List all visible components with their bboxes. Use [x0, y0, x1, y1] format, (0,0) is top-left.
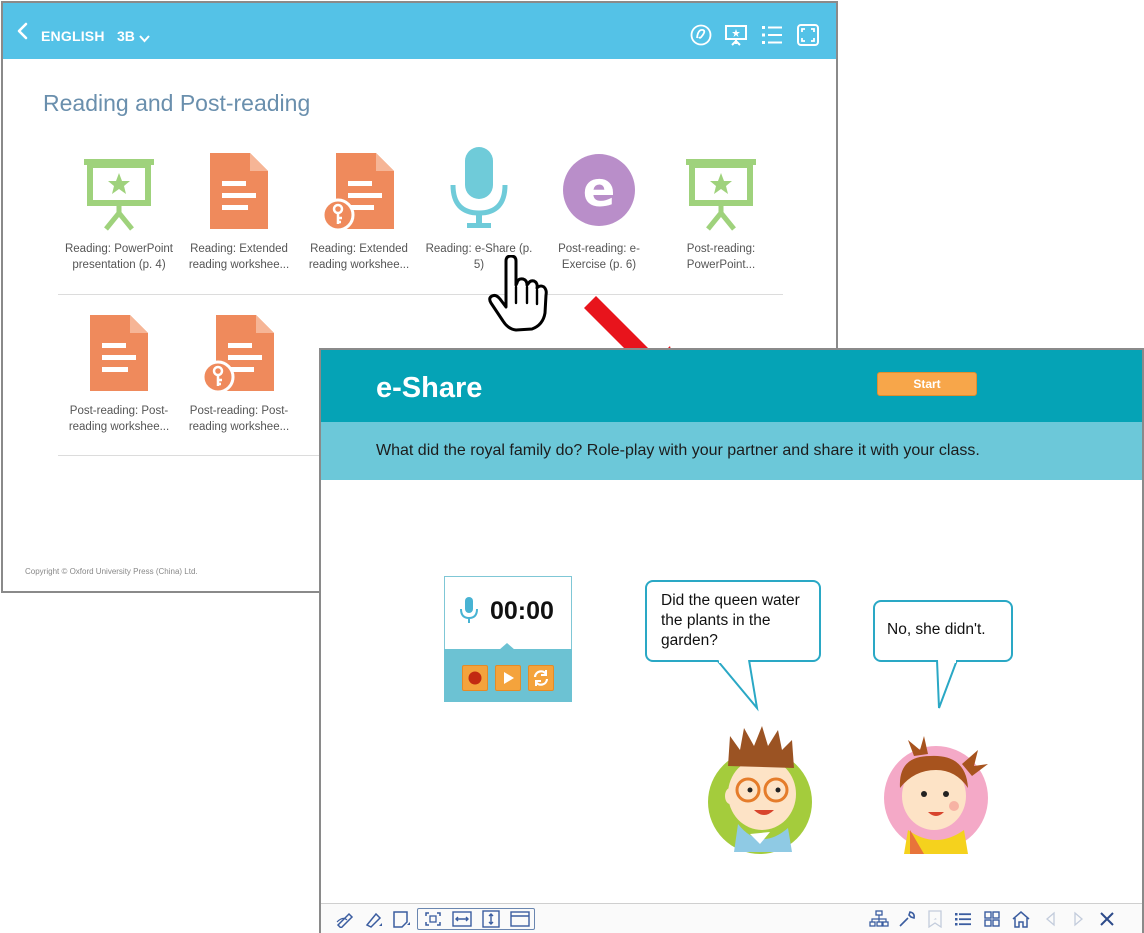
- chevron-down-icon: [139, 35, 150, 43]
- girl-character-illustration: [884, 736, 988, 854]
- tile-reading-extended-worksheet-key[interactable]: Reading: Extended reading workshee...: [299, 153, 419, 273]
- recorder-controls: [444, 649, 572, 702]
- recording-time: 00:00: [490, 597, 554, 625]
- grid-icon[interactable]: [982, 910, 1002, 928]
- tile-post-reading-worksheet-key[interactable]: Post-reading: Post-reading workshee...: [179, 315, 299, 435]
- window-icon[interactable]: [510, 910, 530, 928]
- tile-label: Reading: Extended reading workshee...: [188, 243, 290, 271]
- bottom-toolbar: [321, 903, 1142, 933]
- copyright-text: Copyright © Oxford University Press (Chi…: [25, 567, 198, 576]
- presentation-icon: [84, 159, 154, 231]
- question-text: What did the royal family do? Role-play …: [376, 442, 980, 459]
- bubble-text: No, she didn't.: [887, 621, 986, 638]
- sitemap-icon[interactable]: [869, 910, 889, 928]
- link-icon[interactable]: [689, 23, 713, 47]
- menu-top-bar: ENGLISH 3B: [3, 3, 836, 59]
- grade-selector[interactable]: 3B: [117, 28, 150, 44]
- fit-page-icon[interactable]: [423, 910, 443, 928]
- svg-text:e: e: [583, 162, 616, 218]
- tools-icon[interactable]: [897, 910, 917, 928]
- tile-post-reading-eexercise[interactable]: e Post-reading: e-Exercise (p. 6): [539, 153, 659, 273]
- bubble-tail: [936, 660, 958, 709]
- bookmark-icon[interactable]: [925, 910, 945, 929]
- bubble-tail: [716, 660, 759, 712]
- reset-icon: [533, 670, 549, 686]
- worksheet-answer-key-icon: [202, 315, 274, 394]
- subject-label: ENGLISH: [41, 28, 105, 44]
- e-exercise-icon: e: [563, 154, 635, 226]
- play-button[interactable]: [495, 665, 521, 691]
- fullscreen-icon[interactable]: [796, 23, 820, 47]
- bubble-text: Did the queen water the plants in the ga…: [661, 592, 800, 649]
- microphone-icon: [460, 597, 478, 623]
- highlighter-icon[interactable]: [363, 910, 383, 928]
- tile-post-reading-powerpoint[interactable]: Post-reading: PowerPoint...: [661, 153, 781, 273]
- section-title: Reading and Post-reading: [43, 90, 311, 116]
- tile-label: Post-reading: Post-reading workshee...: [188, 405, 290, 433]
- hand-cursor-icon: [488, 255, 548, 332]
- worksheet-icon: [210, 153, 268, 229]
- worksheet-icon: [90, 315, 148, 391]
- boy-character-illustration: [708, 726, 812, 854]
- tile-post-reading-worksheet[interactable]: Post-reading: Post-reading workshee...: [59, 315, 179, 435]
- worksheet-answer-key-icon: [322, 153, 394, 232]
- start-button[interactable]: Start: [877, 372, 977, 396]
- tile-label: Reading: PowerPoint presentation (p. 4): [64, 243, 174, 271]
- back-chevron-icon[interactable]: [13, 20, 35, 42]
- question-bar: What did the royal family do? Role-play …: [321, 422, 1142, 480]
- activity-title: e-Share: [376, 372, 483, 404]
- fit-height-icon[interactable]: [481, 910, 501, 928]
- tile-label: Post-reading: Post-reading workshee...: [68, 405, 170, 433]
- speech-bubble-girl: No, she didn't.: [873, 600, 1013, 709]
- voice-recorder: 00:00: [444, 576, 572, 702]
- next-icon[interactable]: [1068, 910, 1088, 928]
- presentation-icon: [686, 159, 756, 231]
- record-icon: [468, 671, 482, 685]
- prev-icon[interactable]: [1041, 910, 1061, 928]
- pen-icon[interactable]: [335, 910, 355, 930]
- close-icon[interactable]: [1097, 910, 1117, 928]
- tile-label: Post-reading: PowerPoint...: [686, 243, 756, 271]
- eshare-header: e-Share Start: [321, 350, 1142, 422]
- list-icon[interactable]: [953, 910, 973, 928]
- fit-width-icon[interactable]: [452, 910, 472, 928]
- composite-stage: ENGLISH 3B Reading and Post-reading Read…: [0, 0, 1144, 933]
- home-icon[interactable]: [1011, 910, 1031, 928]
- record-button[interactable]: [462, 665, 488, 691]
- reset-button[interactable]: [528, 665, 554, 691]
- speech-bubble-boy: Did the queen water the plants in the ga…: [645, 580, 821, 712]
- tile-reading-powerpoint[interactable]: Reading: PowerPoint presentation (p. 4): [59, 153, 179, 273]
- presentation-icon[interactable]: [724, 23, 748, 47]
- microphone-icon: [450, 147, 508, 228]
- sticky-note-icon[interactable]: [391, 910, 411, 928]
- grade-label: 3B: [117, 28, 135, 44]
- tile-reading-extended-worksheet[interactable]: Reading: Extended reading workshee...: [179, 153, 299, 273]
- tile-label: Post-reading: e-Exercise (p. 6): [558, 243, 640, 271]
- eshare-window: e-Share Start What did the royal family …: [319, 348, 1144, 933]
- tile-label: Reading: Extended reading workshee...: [308, 243, 410, 271]
- list-icon[interactable]: [760, 23, 784, 47]
- play-icon: [504, 672, 514, 684]
